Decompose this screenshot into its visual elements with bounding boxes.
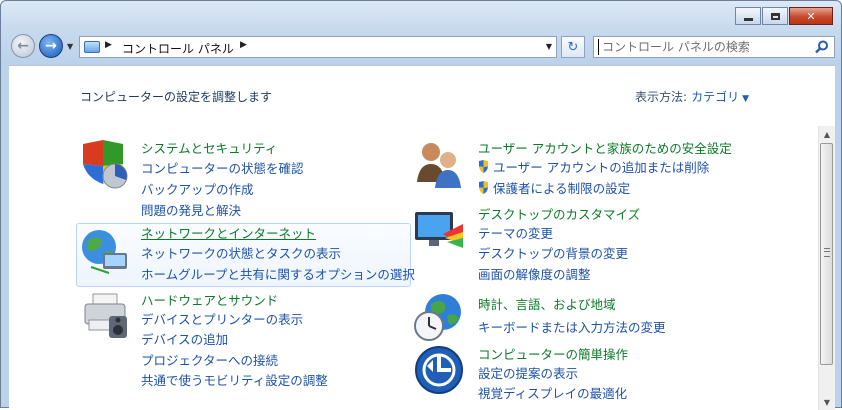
link-change-theme[interactable]: テーマの変更 [478,223,553,242]
link-add-remove-accounts[interactable]: ユーザー アカウントの追加または削除 [478,157,709,176]
scroll-up-arrow-icon[interactable]: ▲ [819,126,835,142]
link-connect-projector[interactable]: プロジェクターへの接続 [141,350,278,369]
minimize-icon [743,17,753,21]
link-parental-controls[interactable]: 保護者による制限の設定 [478,178,630,197]
caption-buttons: ✕ [734,7,833,25]
back-arrow-icon: ← [17,38,29,54]
desktop-icon [415,212,463,248]
link-label: 保護者による制限の設定 [493,181,631,196]
maximize-button[interactable] [762,7,788,25]
forward-arrow-icon: → [45,38,57,54]
search-box[interactable] [593,36,835,58]
uac-shield-icon [479,181,488,194]
window-frame: ✕ ← → ▼ ▶ コントロール パネル ▶ ▼ ↻ コンピューターの設定を調整… [0,0,842,410]
back-button[interactable]: ← [11,34,35,58]
search-icon[interactable] [814,39,830,55]
link-check-status[interactable]: コンピューターの状態を確認 [141,158,304,177]
minimize-button[interactable] [735,7,761,25]
page-title: コンピューターの設定を調整します [80,90,273,104]
link-create-backup[interactable]: バックアップの作成 [141,179,254,198]
link-change-background[interactable]: デスクトップの背景の変更 [478,243,628,262]
link-label: ユーザー アカウントの追加または削除 [493,160,710,175]
close-icon: ✕ [806,9,816,23]
link-screen-resolution[interactable]: 画面の解像度の調整 [478,264,591,283]
search-input[interactable] [598,39,807,55]
refresh-icon: ↻ [567,39,579,55]
shield-icon [83,140,128,189]
refresh-button[interactable]: ↻ [561,36,585,58]
uac-shield-icon [479,160,488,173]
content-pane: コンピューターの設定を調整します 表示方法: カテゴリ ▼ システムとセキュリティ… [9,65,835,410]
view-by-label: 表示方法: [634,90,687,104]
address-dropdown-icon[interactable]: ▼ [546,42,552,51]
category-title[interactable]: デスクトップのカスタマイズ [478,204,640,223]
link-add-device[interactable]: デバイスの追加 [141,329,228,348]
link-optimize-display[interactable]: 視覚ディスプレイの最適化 [478,383,627,402]
forward-button[interactable]: → [39,34,63,58]
link-network-status[interactable]: ネットワークの状態とタスクの表示 [141,243,341,262]
category-title[interactable]: コンピューターの簡単操作 [478,344,628,363]
close-button[interactable]: ✕ [789,7,833,25]
category-title[interactable]: ネットワークとインターネット [141,223,316,242]
category-title[interactable]: システムとセキュリティ [141,138,277,157]
category-title[interactable]: 時計、言語、および地域 [478,294,616,313]
scrollbar-thumb[interactable] [820,143,833,365]
link-get-recommendations[interactable]: 設定の提案の表示 [478,363,578,382]
category-title[interactable]: ユーザー アカウントと家族のための安全設定 [478,138,732,157]
link-homegroup-options[interactable]: ホームグループと共有に関するオプションの選択 [141,264,415,283]
vertical-scrollbar[interactable]: ▲ ▼ [818,126,835,410]
link-keyboard-input[interactable]: キーボードまたは入力方法の変更 [478,317,666,336]
link-mobility-settings[interactable]: 共通で使うモビリティ設定の調整 [141,370,328,389]
network-icon [82,230,127,274]
clock-globe-icon [414,294,461,341]
view-by-dropdown[interactable]: カテゴリ ▼ [691,88,749,105]
category-title[interactable]: ハードウェアとサウンド [141,290,278,309]
control-panel-icon [84,41,100,53]
link-troubleshoot[interactable]: 問題の発見と解決 [141,200,241,219]
printer-icon [84,293,127,338]
maximize-icon [770,12,780,20]
chevron-down-icon: ▼ [742,94,749,104]
grip-icon [824,248,830,257]
breadcrumb-control-panel[interactable]: コントロール パネル [122,40,234,57]
users-icon [417,143,461,188]
view-by-value: カテゴリ [691,90,740,104]
breadcrumb-arrow-icon[interactable]: ▶ [240,40,247,50]
breadcrumb-arrow-icon[interactable]: ▶ [105,40,112,50]
navigation-bar: ← → ▼ ▶ コントロール パネル ▶ ▼ ↻ [9,33,835,61]
recent-pages-dropdown[interactable]: ▼ [67,42,73,51]
ease-of-access-icon [415,346,463,394]
link-devices-printers[interactable]: デバイスとプリンターの表示 [141,309,303,328]
address-bar[interactable]: ▶ コントロール パネル ▶ ▼ [79,36,557,58]
